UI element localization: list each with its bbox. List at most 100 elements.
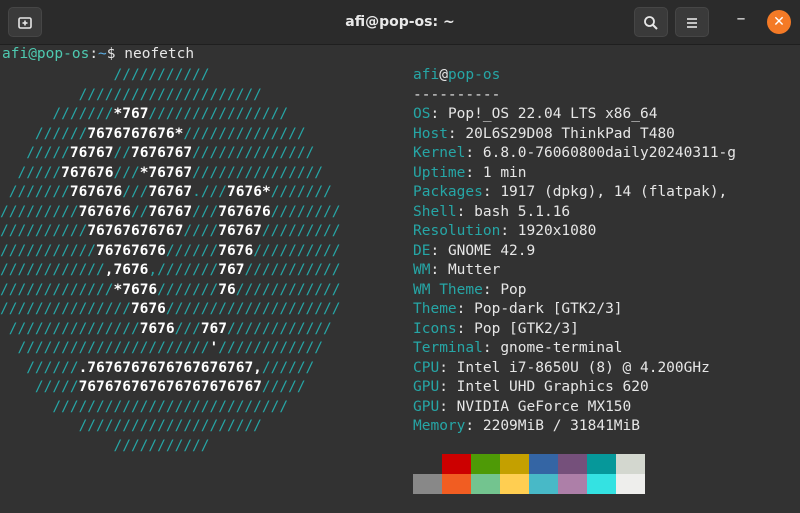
color-swatch <box>471 474 500 494</box>
ascii-art-segment: 767676767676767676767 <box>78 379 262 395</box>
hamburger-menu-icon <box>687 18 697 28</box>
minimize-button[interactable]: – <box>730 10 752 32</box>
ascii-art-segment: /////////// <box>0 67 210 83</box>
info-separator: : <box>439 398 457 415</box>
info-key: Terminal <box>413 340 483 356</box>
ascii-art-segment: ,7676 <box>104 262 149 278</box>
ascii-art-segment: /////// <box>270 184 332 200</box>
info-rows: OS: Pop!_OS 22.04 LTS x86_64 Host: 20L6S2… <box>413 105 736 437</box>
ascii-art-line: //////7676767676*////////////// <box>0 125 306 145</box>
ascii-art-segment: /////////////////////////// <box>0 398 289 415</box>
info-host: pop-os <box>447 67 501 83</box>
ascii-art-line: //////////////////////'//////////// <box>0 339 323 359</box>
info-value: 1 min <box>482 164 527 181</box>
info-value: Pop <box>500 281 527 298</box>
color-swatch <box>442 474 471 494</box>
ascii-art-segment: 767676 <box>69 184 123 200</box>
info-value: gnome-terminal <box>500 340 623 356</box>
ascii-art-segment: *767 <box>113 106 149 122</box>
info-key: WM Theme <box>413 281 483 298</box>
close-icon: ✕ <box>773 14 785 30</box>
info-key: Shell <box>413 203 457 220</box>
info-separator: : <box>456 203 475 220</box>
info-header: afi@pop-os <box>413 66 736 86</box>
ascii-art-line: ////////////,7676,///////767/////////// <box>0 261 341 281</box>
info-key: OS <box>413 106 431 122</box>
ascii-art-segment: ' <box>209 340 219 356</box>
info-row: GPU: Intel UHD Graphics 620 <box>413 378 736 398</box>
ascii-art-segment: 76 <box>218 281 236 298</box>
ascii-art-segment: ///////// <box>261 223 341 239</box>
info-key: Memory <box>413 418 466 434</box>
info-key: DE <box>413 242 431 259</box>
info-value: NVIDIA GeForce MX150 <box>456 398 632 415</box>
color-swatch <box>558 454 587 474</box>
color-swatch <box>500 454 529 474</box>
info-separator: : <box>447 125 466 142</box>
terminal-window: afi@pop-os: ~ – ✕ afi@pop-os:~$ neofetch… <box>0 0 800 513</box>
ascii-art-line: /////////// <box>0 66 210 86</box>
ascii-art-segment: 76767676767 <box>87 223 184 239</box>
menu-button[interactable] <box>675 7 709 37</box>
ascii-art-segment: 76767676 <box>96 242 166 259</box>
ascii-art-segment: 76767 <box>148 184 193 200</box>
info-key: Theme <box>413 301 457 317</box>
info-separator: : <box>482 340 501 356</box>
color-swatch <box>587 454 616 474</box>
ascii-art-segment: ////// <box>0 359 79 376</box>
minimize-icon: – <box>736 8 746 29</box>
info-row: Kernel: 6.8.0-76060800daily20240311-g <box>413 144 736 164</box>
ascii-art-segment: //////////////////// <box>165 301 341 317</box>
search-button[interactable] <box>634 7 668 37</box>
ascii-art-segment: *76767 <box>139 164 193 181</box>
ascii-art-line: ///////////////7676///767//////////// <box>0 320 332 340</box>
ascii-art-line: /////////////*7676///////76//////////// <box>0 281 341 301</box>
info-separator: : <box>439 359 457 376</box>
ascii-art-segment: /////// <box>0 106 114 122</box>
ascii-art-segment: ///////////////////// <box>0 418 262 434</box>
info-at: @ <box>439 67 448 83</box>
info-separator: : <box>465 418 483 434</box>
info-key: Resolution <box>413 223 501 239</box>
info-key: Icons <box>413 320 457 337</box>
ascii-art-segment: ///////////////////// <box>0 86 262 103</box>
info-value: GNOME 42.9 <box>447 242 536 259</box>
ascii-art-segment: 767 <box>218 262 245 278</box>
close-button[interactable]: ✕ <box>767 10 791 34</box>
ascii-art-line: /////////////////////////// <box>0 398 288 418</box>
ascii-art-line: ///////////76767676//////7676////////// <box>0 242 341 262</box>
search-icon <box>644 16 658 30</box>
info-row: GPU: NVIDIA GeForce MX150 <box>413 398 736 418</box>
ascii-art-line: ///////////////////// <box>0 86 262 106</box>
info-value: Pop [GTK2/3] <box>474 320 579 337</box>
info-key: Uptime <box>413 164 466 181</box>
ascii-art-line: /////767676///*76767/////////////// <box>0 164 323 184</box>
ascii-art-segment: 76767 <box>218 223 262 239</box>
terminal-output[interactable]: afi@pop-os:~$ neofetch /////////// /////… <box>0 45 800 513</box>
ascii-art-segment: //// <box>183 223 219 239</box>
info-row: Packages: 1917 (dpkg), 14 (flatpak), <box>413 183 736 203</box>
info-separator: : <box>456 320 475 337</box>
info-row: Memory: 2209MiB / 31841MiB <box>413 417 736 437</box>
ascii-art-line: ///////////////////// <box>0 417 262 437</box>
ascii-art-segment: 7676767676* <box>87 125 184 142</box>
color-swatch <box>587 474 616 494</box>
color-swatch <box>413 454 442 474</box>
ascii-art-segment: /////////// <box>0 437 210 454</box>
ascii-art-segment: ////// <box>0 125 88 142</box>
info-row: Shell: bash 5.1.16 <box>413 203 736 223</box>
ascii-art-segment: //////////////// <box>148 106 289 122</box>
ascii-art-segment: /// <box>200 184 228 200</box>
ascii-art-segment: 7676 <box>139 320 175 337</box>
info-separator: : <box>430 106 448 122</box>
color-swatch <box>413 474 442 494</box>
ascii-art-line: //////.7676767676767676767,////// <box>0 359 314 379</box>
info-row: Icons: Pop [GTK2/3] <box>413 320 736 340</box>
ascii-art-segment: .7676767676767676767, <box>78 359 262 376</box>
info-separator: : <box>430 242 448 259</box>
color-swatch <box>529 474 558 494</box>
info-separator: : <box>482 281 501 298</box>
ascii-art-segment: // <box>113 145 131 161</box>
info-key: GPU <box>413 398 440 415</box>
ascii-art-segment: ///// <box>0 145 70 161</box>
